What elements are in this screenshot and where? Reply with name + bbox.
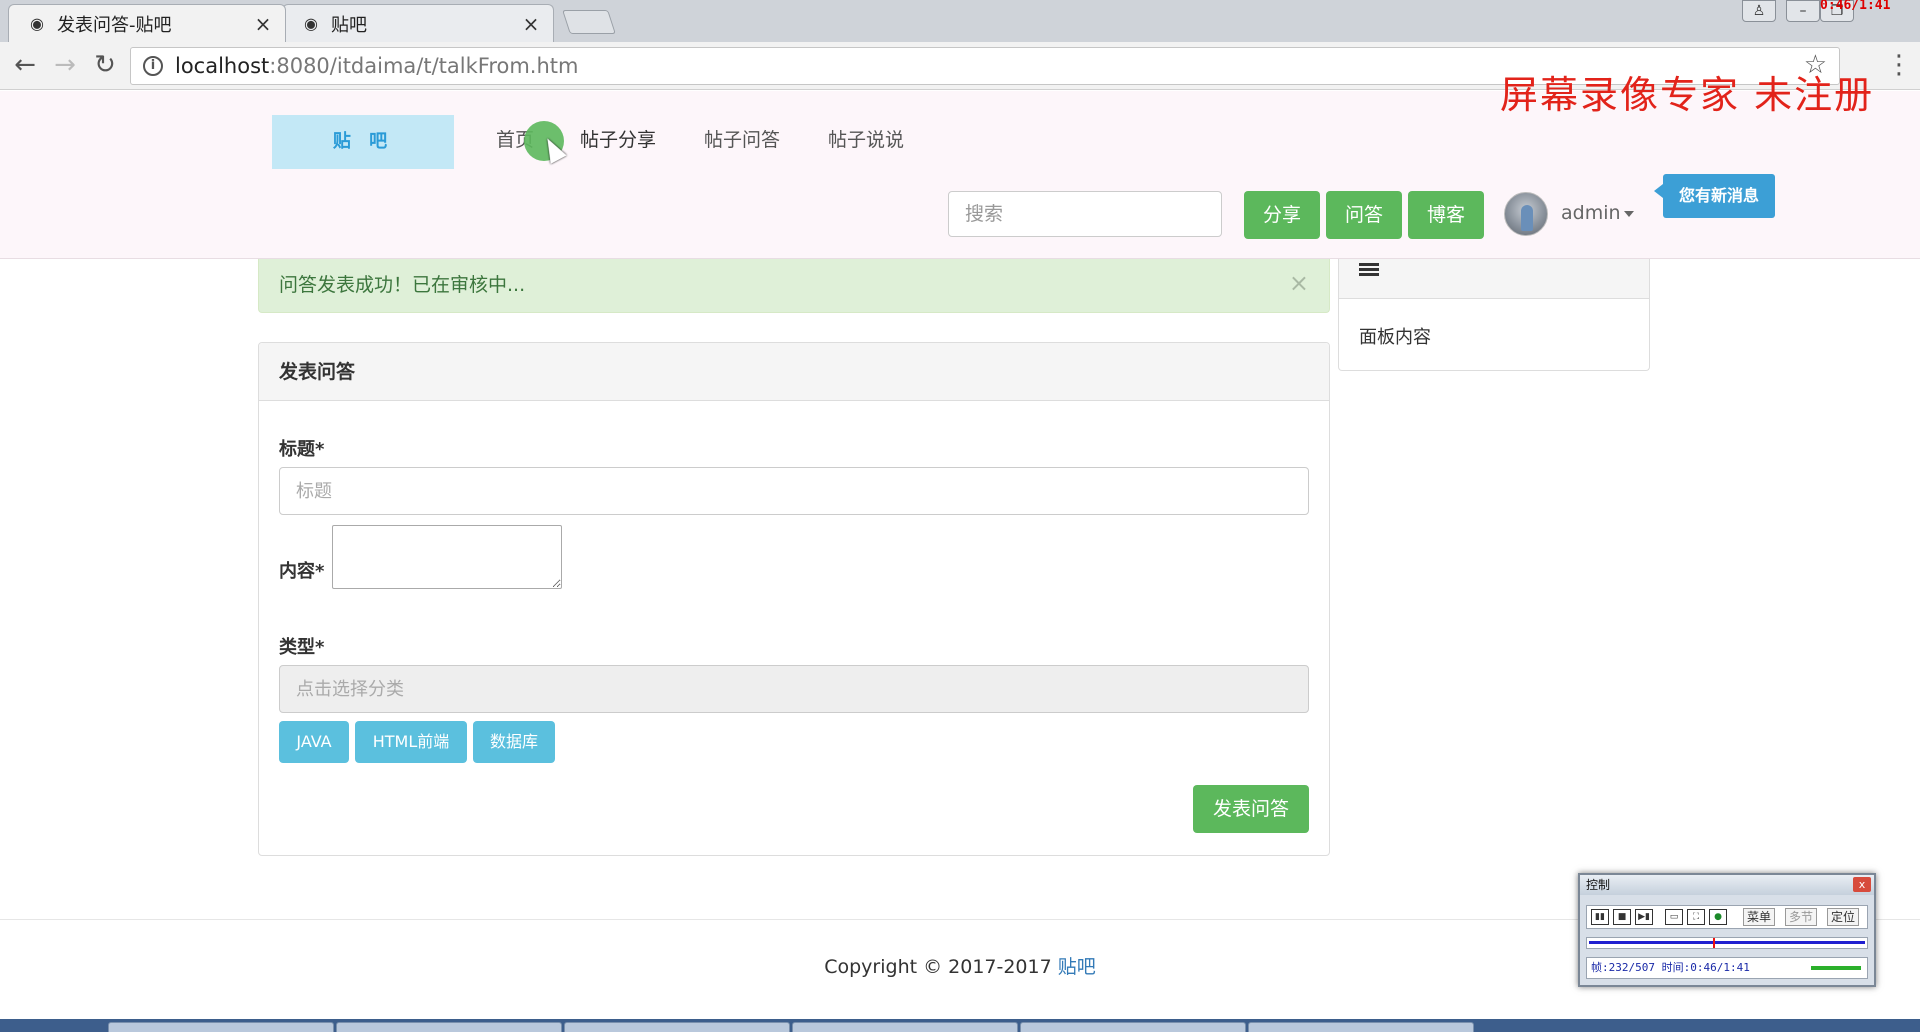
blog-button[interactable]: 博客 bbox=[1408, 191, 1484, 239]
site-logo[interactable]: 贴 吧 bbox=[272, 115, 454, 169]
url-path: :8080/itdaima/t/talkFrom.htm bbox=[269, 54, 579, 78]
form-heading: 发表问答 bbox=[259, 343, 1329, 401]
taskbar-item[interactable] bbox=[564, 1022, 790, 1032]
side-panel-body: 面板内容 bbox=[1359, 327, 1431, 348]
browser-tab-active[interactable]: ◉ 发表问答-贴吧 × bbox=[8, 4, 286, 42]
tab-title: 贴吧 bbox=[331, 14, 367, 36]
side-panel: 面板内容 bbox=[1338, 259, 1650, 371]
copyright-text: Copyright © 2017-2017 bbox=[824, 956, 1052, 978]
close-tab-icon[interactable]: × bbox=[521, 12, 541, 36]
qa-button[interactable]: 问答 bbox=[1326, 191, 1402, 239]
taskbar-item[interactable] bbox=[792, 1022, 1018, 1032]
taskbar-item[interactable] bbox=[108, 1022, 334, 1032]
profile-icon[interactable]: ♙ bbox=[1742, 0, 1776, 22]
recorder-watermark: 屏幕录像专家 未注册 bbox=[1500, 73, 1875, 117]
list-icon bbox=[1359, 263, 1379, 279]
user-name: admin bbox=[1561, 202, 1621, 224]
title-input[interactable] bbox=[279, 467, 1309, 515]
nav-post-qa[interactable]: 帖子问答 bbox=[704, 125, 780, 152]
next-frame-icon[interactable]: ▶▮ bbox=[1635, 909, 1653, 925]
nav-post-share[interactable]: 帖子分享 bbox=[580, 125, 656, 152]
fullscreen-icon[interactable]: ⛶ bbox=[1687, 909, 1705, 925]
recorder-status: 帧:232/507 时间:0:46/1:41 bbox=[1586, 957, 1868, 979]
tab-title: 发表问答-贴吧 bbox=[57, 14, 172, 36]
taskbar-item[interactable] bbox=[1020, 1022, 1246, 1032]
footer-link[interactable]: 贴吧 bbox=[1058, 956, 1096, 978]
recorder-multi-button[interactable]: 多节 bbox=[1785, 908, 1818, 926]
minimize-icon[interactable]: – bbox=[1786, 0, 1820, 22]
success-alert: 问答发表成功！已在审核中... × bbox=[258, 259, 1330, 313]
recorder-control-window: 控制 x ▮▮ ■ ▶▮ ▭ ⛶ ● 菜单 多节 定位 帧:232/507 时间… bbox=[1578, 873, 1876, 987]
back-arrow-icon[interactable]: ← bbox=[8, 50, 42, 82]
title-label: 标题* bbox=[279, 439, 325, 460]
category-html-button[interactable]: HTML前端 bbox=[355, 721, 467, 763]
browser-tab[interactable]: ◉ 贴吧 × bbox=[282, 4, 554, 42]
os-taskbar bbox=[0, 1019, 1920, 1032]
new-tab-button[interactable] bbox=[562, 10, 616, 34]
close-icon[interactable]: × bbox=[1289, 259, 1309, 307]
new-message-tooltip[interactable]: 您有新消息 bbox=[1654, 174, 1775, 218]
volume-slider[interactable] bbox=[1811, 966, 1861, 970]
window-mode-icon[interactable]: ▭ bbox=[1665, 909, 1683, 925]
category-database-button[interactable]: 数据库 bbox=[473, 721, 555, 763]
browser-menu-icon[interactable]: ⋮ bbox=[1886, 50, 1912, 80]
url-host: localhost bbox=[175, 54, 270, 78]
forward-arrow-icon[interactable]: → bbox=[48, 50, 82, 82]
taskbar-item[interactable] bbox=[1248, 1022, 1474, 1032]
submit-qa-button[interactable]: 发表问答 bbox=[1193, 785, 1309, 833]
category-java-button[interactable]: JAVA bbox=[279, 721, 349, 763]
taskbar-item[interactable] bbox=[336, 1022, 562, 1032]
play-pause-icon[interactable]: ▮▮ bbox=[1591, 909, 1609, 925]
tieba-favicon-icon: ◉ bbox=[30, 13, 44, 33]
browser-tab-strip: ◉ 发表问答-贴吧 × ◉ 贴吧 × ♙ – ❐ 0:46/1:41 bbox=[0, 0, 1920, 42]
stop-icon[interactable]: ■ bbox=[1613, 909, 1631, 925]
user-menu[interactable]: admin bbox=[1561, 202, 1634, 224]
recorder-locate-button[interactable]: 定位 bbox=[1827, 908, 1860, 926]
recorder-toolbar: ▮▮ ■ ▶▮ ▭ ⛶ ● 菜单 多节 定位 bbox=[1586, 905, 1868, 929]
avatar[interactable] bbox=[1504, 192, 1548, 236]
recorder-status-text: 帧:232/507 时间:0:46/1:41 bbox=[1591, 961, 1750, 974]
type-select-input[interactable] bbox=[279, 665, 1309, 713]
side-panel-heading bbox=[1339, 259, 1649, 299]
share-button[interactable]: 分享 bbox=[1244, 191, 1320, 239]
recorder-title: 控制 bbox=[1586, 878, 1611, 892]
close-tab-icon[interactable]: × bbox=[253, 12, 273, 36]
recorder-menu-button[interactable]: 菜单 bbox=[1743, 908, 1776, 926]
info-icon[interactable]: i bbox=[143, 56, 163, 76]
timeline-bar bbox=[1589, 941, 1865, 944]
recorder-time-overlay: 0:46/1:41 bbox=[1820, 0, 1891, 13]
caret-down-icon bbox=[1623, 210, 1634, 217]
search-input[interactable] bbox=[948, 191, 1222, 237]
post-qa-form-panel: 发表问答 标题* 内容* 类型* JAVA HTML前端 数据库 发表问答 bbox=[258, 342, 1330, 856]
reload-icon[interactable]: ↻ bbox=[88, 50, 122, 82]
content-textarea[interactable] bbox=[332, 525, 562, 589]
nav-post-talk[interactable]: 帖子说说 bbox=[828, 125, 904, 152]
recorder-titlebar: 控制 x bbox=[1580, 875, 1874, 895]
alert-text: 问答发表成功！已在审核中... bbox=[279, 274, 526, 296]
type-label: 类型* bbox=[279, 637, 325, 658]
close-icon[interactable]: x bbox=[1853, 877, 1871, 892]
tieba-favicon-icon: ◉ bbox=[304, 13, 318, 33]
record-icon[interactable]: ● bbox=[1709, 909, 1727, 925]
timeline-marker[interactable] bbox=[1713, 938, 1715, 948]
recorder-timeline[interactable] bbox=[1586, 937, 1868, 949]
content-label: 内容* bbox=[279, 561, 325, 582]
